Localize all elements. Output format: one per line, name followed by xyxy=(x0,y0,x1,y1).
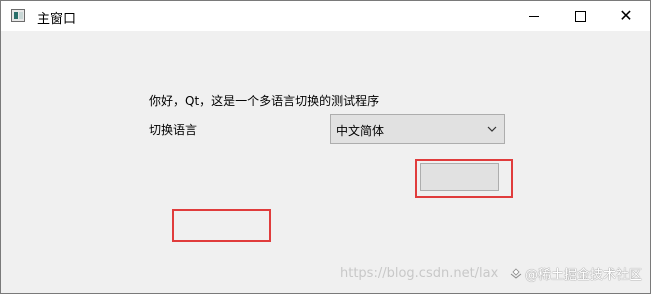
language-combobox[interactable]: 中文简体 xyxy=(330,114,505,144)
language-combobox-value: 中文简体 xyxy=(336,124,385,138)
language-label: 切换语言 xyxy=(149,123,198,137)
app-icon xyxy=(11,9,25,22)
minimize-button[interactable] xyxy=(511,1,557,31)
highlight-box-button xyxy=(415,159,513,198)
watermark-url: https://blog.csdn.net/lax xyxy=(340,266,499,281)
close-icon: ✕ xyxy=(619,6,633,25)
window-title: 主窗口 xyxy=(37,12,77,27)
title-bar: 主窗口 ✕ xyxy=(1,1,650,31)
close-button[interactable]: ✕ xyxy=(603,1,649,31)
juejin-logo-icon xyxy=(510,267,522,279)
minimize-icon xyxy=(529,15,539,17)
maximize-button[interactable] xyxy=(557,1,603,31)
watermark-brand: @稀土掘金技术社区 xyxy=(510,264,642,283)
main-window: 主窗口 ✕ 你好，Qt，这是一个多语言切换的测试程序 切换语言 中文简体 xyxy=(0,0,651,294)
watermark-brand-text: @稀土掘金技术社区 xyxy=(525,268,643,283)
greeting-label: 你好，Qt，这是一个多语言切换的测试程序 xyxy=(149,94,380,108)
chevron-down-icon xyxy=(487,124,497,134)
maximize-icon xyxy=(574,10,586,22)
highlight-box-empty xyxy=(172,209,271,242)
